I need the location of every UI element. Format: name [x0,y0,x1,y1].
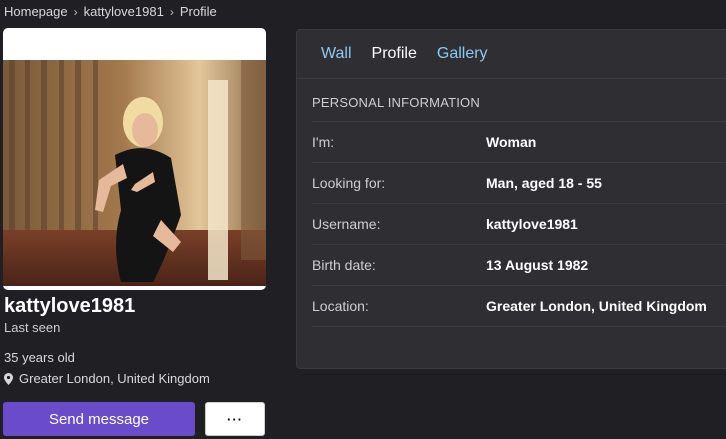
info-row-birth-date: Birth date: 13 August 1982 [312,244,726,285]
info-row-username: Username: kattylove1981 [312,203,726,244]
chevron-right-icon: › [169,4,174,19]
info-row-looking-for: Looking for: Man, aged 18 - 55 [312,162,726,203]
profile-username: kattylove1981 [4,295,136,317]
section-title: PERSONAL INFORMATION [312,95,480,110]
info-label: I'm: [312,134,335,150]
info-label: Location: [312,298,369,314]
breadcrumb-user-link[interactable]: kattylove1981 [84,4,164,19]
tab-gallery[interactable]: Gallery [437,45,488,63]
profile-tabs: Wall Profile Gallery [297,30,726,79]
info-value: Man, aged 18 - 55 [486,175,602,191]
info-label: Username: [312,216,381,232]
profile-photo[interactable] [3,60,266,286]
personal-info-list: I'm: Woman Looking for: Man, aged 18 - 5… [312,121,726,327]
info-value: 13 August 1982 [486,257,589,273]
info-row-location: Location: Greater London, United Kingdom [312,285,726,327]
profile-photo-card[interactable] [3,28,266,290]
info-row-gender: I'm: Woman [312,121,726,162]
send-message-button[interactable]: Send message [3,402,195,436]
tab-wall[interactable]: Wall [321,45,352,63]
profile-age: 35 years old [4,350,75,365]
last-seen-text: Last seen [4,320,61,335]
info-label: Looking for: [312,175,386,191]
tab-profile[interactable]: Profile [372,45,417,63]
breadcrumb-homepage-link[interactable]: Homepage [4,4,68,19]
chevron-right-icon: › [73,4,78,19]
breadcrumb: Homepage › kattylove1981 › Profile [4,4,217,19]
info-value: Greater London, United Kingdom [486,298,707,314]
profile-location-text: Greater London, United Kingdom [19,371,210,386]
info-value: kattylove1981 [486,216,578,232]
info-value: Woman [486,134,537,150]
profile-panel: Wall Profile Gallery PERSONAL INFORMATIO… [296,29,726,369]
profile-location: Greater London, United Kingdom [4,371,210,386]
breadcrumb-current: Profile [179,4,217,19]
map-pin-icon [4,372,13,385]
info-label: Birth date: [312,257,376,273]
more-options-button[interactable]: ··· [205,402,265,436]
